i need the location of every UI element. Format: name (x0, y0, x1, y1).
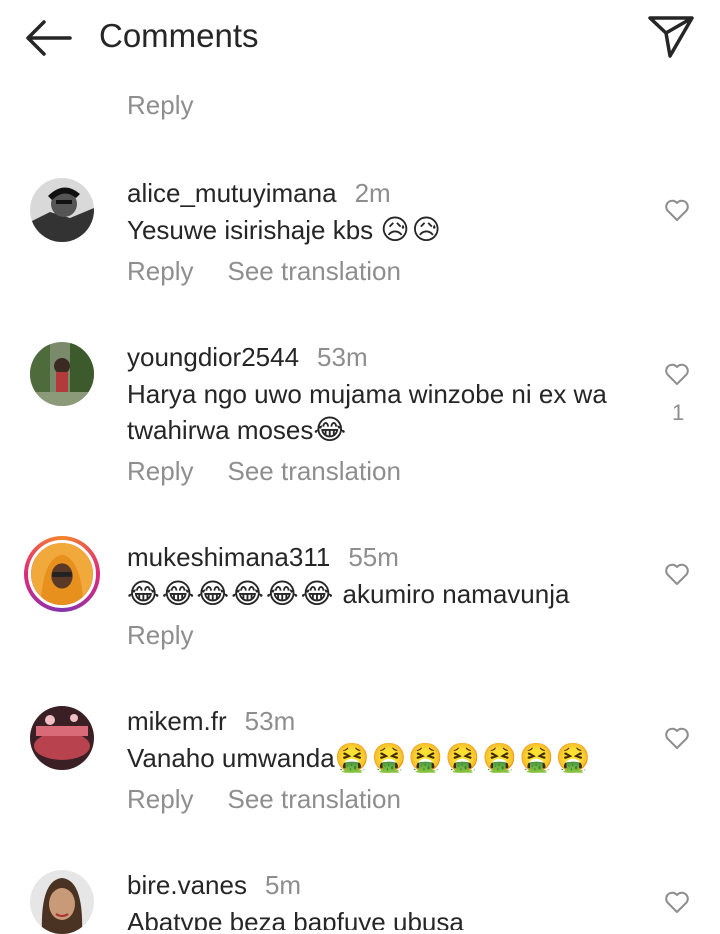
comment-body: Harya ngo uwo mujama winzobe ni ex wa tw… (127, 379, 607, 445)
avatar[interactable] (30, 870, 94, 934)
comment-text: Harya ngo uwo mujama winzobe ni ex wa tw… (127, 376, 627, 448)
comment-text: Vanaho umwanda🤮🤮🤮🤮🤮🤮🤮 (127, 740, 627, 776)
reply-button[interactable]: Reply (127, 456, 193, 486)
comment-time: 53m (317, 342, 368, 372)
reply-button[interactable]: Reply (127, 90, 193, 121)
comment-text: 😂😂😂😂😂😂 akumiro namavunja (127, 576, 627, 612)
like-button[interactable] (664, 890, 690, 914)
heart-icon (665, 563, 689, 585)
reply-button[interactable]: Reply (127, 620, 193, 650)
comment-body: Yesuwe isirishaje kbs (127, 215, 374, 245)
emoji-text: 😂😂😂😂😂😂 (127, 577, 336, 610)
comment-time: 2m (354, 178, 391, 208)
paper-plane-icon (648, 16, 694, 58)
username-text[interactable]: bire.vanes (127, 870, 247, 900)
comment-time: 5m (264, 870, 302, 900)
like-button[interactable] (664, 726, 690, 750)
comments-header: Comments (0, 0, 720, 80)
comment-text: Yesuwe isirishaje kbs 😥😥 (127, 212, 627, 248)
emoji-text: 🤮🤮🤮🤮🤮🤮🤮 (334, 741, 593, 774)
avatar[interactable] (24, 536, 100, 612)
like-button[interactable] (664, 198, 690, 222)
heart-icon (665, 199, 689, 221)
avatar[interactable] (30, 178, 94, 242)
username-text[interactable]: youngdior2544 (127, 342, 299, 372)
username-text[interactable]: mikem.fr (127, 706, 227, 736)
comment-actions: Reply See translation (127, 456, 401, 487)
reply-button[interactable]: Reply (127, 256, 193, 286)
comment-actions: Reply See translation (127, 256, 401, 287)
comment-username[interactable]: mikem.fr 53m (127, 706, 295, 737)
page-title: Comments (99, 17, 259, 54)
see-translation-button[interactable]: See translation (227, 256, 400, 286)
comment-username[interactable]: alice_mutuyimana 2m (127, 178, 391, 209)
comment-username[interactable]: bire.vanes 5m (127, 870, 301, 901)
comment-actions: Reply (127, 620, 193, 651)
heart-icon (665, 363, 689, 385)
like-button[interactable] (664, 362, 690, 386)
comment-time: 55m (348, 542, 399, 572)
comment-time: 53m (244, 706, 296, 736)
see-translation-button[interactable]: See translation (227, 784, 400, 814)
share-button[interactable] (646, 14, 696, 60)
username-text[interactable]: alice_mutuyimana (127, 178, 337, 208)
like-button[interactable] (664, 562, 690, 586)
emoji-text: 😥😥 (380, 213, 443, 246)
back-button[interactable] (22, 18, 74, 58)
emoji-text: 😂 (313, 413, 349, 446)
comment-text: Abatype beza bapfuye ubusa (127, 904, 627, 930)
comment-body: akumiro namavunja (342, 579, 570, 609)
comment-username[interactable]: mukeshimana311 55m (127, 542, 399, 573)
comment-actions: Reply See translation (127, 784, 401, 815)
heart-icon (665, 727, 689, 749)
username-text[interactable]: mukeshimana311 (127, 542, 330, 572)
reply-button[interactable]: Reply (127, 784, 193, 814)
comment-body: Vanaho umwanda (127, 743, 335, 773)
avatar[interactable] (30, 706, 94, 770)
avatar[interactable] (30, 342, 94, 406)
see-translation-button[interactable]: See translation (227, 456, 400, 486)
like-count: 1 (672, 400, 685, 425)
comment-username[interactable]: youngdior2544 53m (127, 342, 368, 373)
arrow-left-icon (26, 20, 72, 56)
heart-icon (665, 891, 689, 913)
comment-body: Abatype beza bapfuye ubusa (127, 907, 464, 930)
